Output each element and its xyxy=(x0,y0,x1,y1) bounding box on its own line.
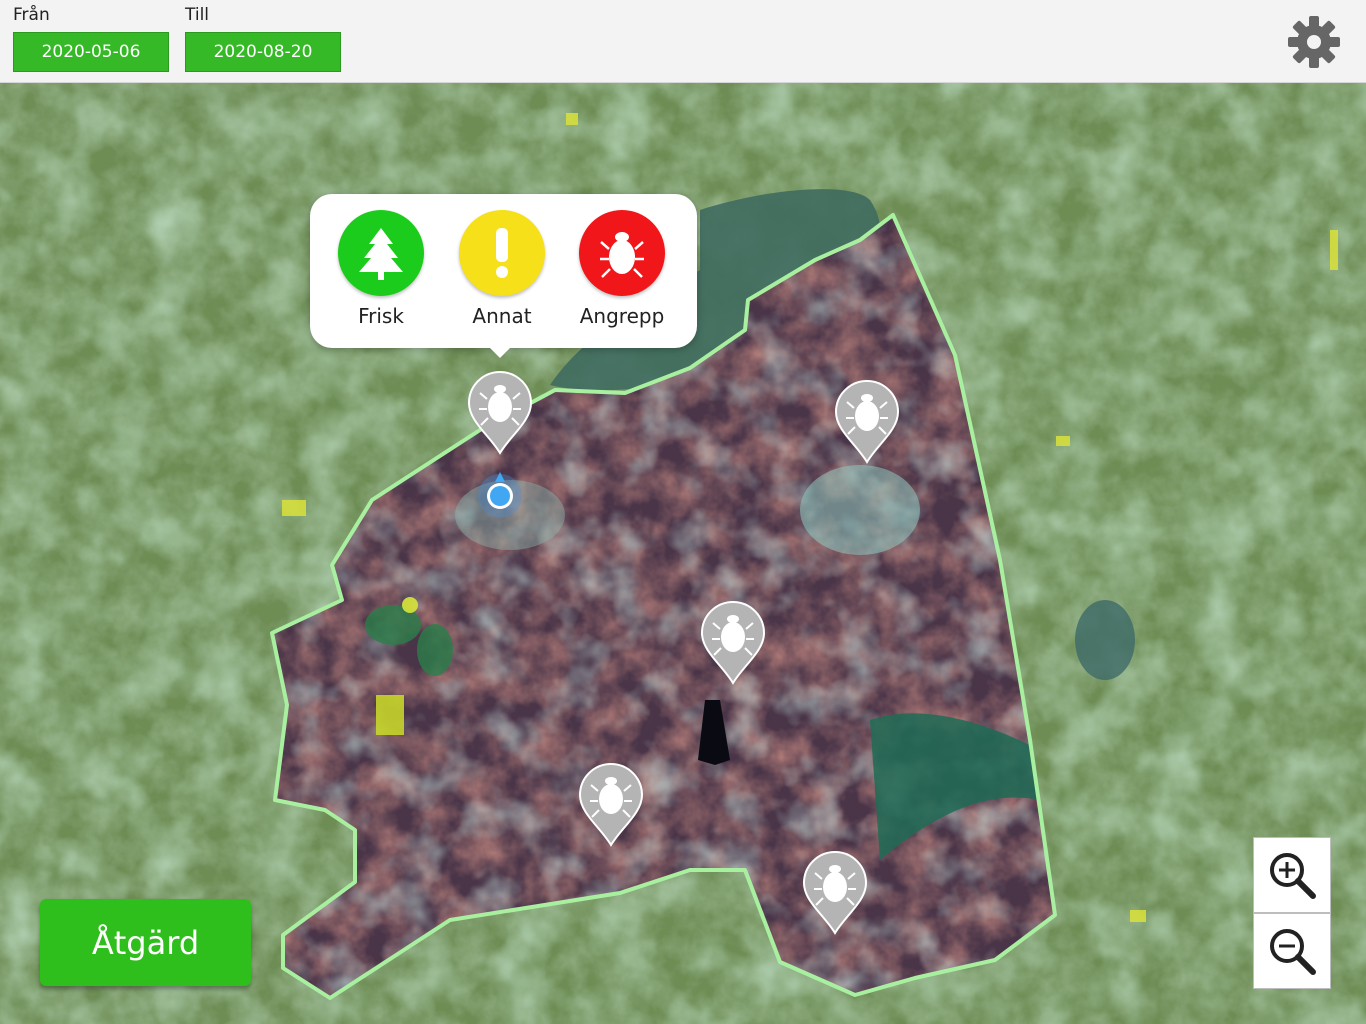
to-label: Till xyxy=(185,5,210,25)
from-date-field[interactable]: 2020-05-06 xyxy=(13,32,169,72)
bug-marker-4[interactable] xyxy=(578,763,644,847)
exclamation-icon xyxy=(459,210,545,296)
option-label: Frisk xyxy=(358,304,404,328)
status-popup: Frisk Annat Angrepp xyxy=(310,194,697,358)
option-annat[interactable]: Annat xyxy=(447,210,557,328)
action-button[interactable]: Åtgärd xyxy=(40,899,251,986)
bug-marker-2[interactable] xyxy=(834,380,900,464)
tree-icon xyxy=(338,210,424,296)
bug-marker-1[interactable] xyxy=(467,371,533,455)
zoom-out-button[interactable] xyxy=(1253,913,1331,989)
zoom-out-icon xyxy=(1270,929,1316,975)
current-location-icon xyxy=(476,472,524,520)
option-frisk[interactable]: Frisk xyxy=(326,210,436,328)
from-label: Från xyxy=(13,5,50,25)
option-angrepp[interactable]: Angrepp xyxy=(567,210,677,328)
popup-pointer xyxy=(486,344,514,358)
bug-marker-5[interactable] xyxy=(802,851,868,935)
zoom-in-button[interactable] xyxy=(1253,837,1331,913)
option-label: Angrepp xyxy=(579,304,665,328)
option-label: Annat xyxy=(472,304,532,328)
zoom-in-icon xyxy=(1270,853,1316,899)
gear-icon[interactable] xyxy=(1286,14,1342,70)
top-bar: Från 2020-05-06 Till 2020-08-20 xyxy=(0,0,1366,83)
to-date-field[interactable]: 2020-08-20 xyxy=(185,32,341,72)
bug-icon xyxy=(579,210,665,296)
bug-marker-3[interactable] xyxy=(700,601,766,685)
